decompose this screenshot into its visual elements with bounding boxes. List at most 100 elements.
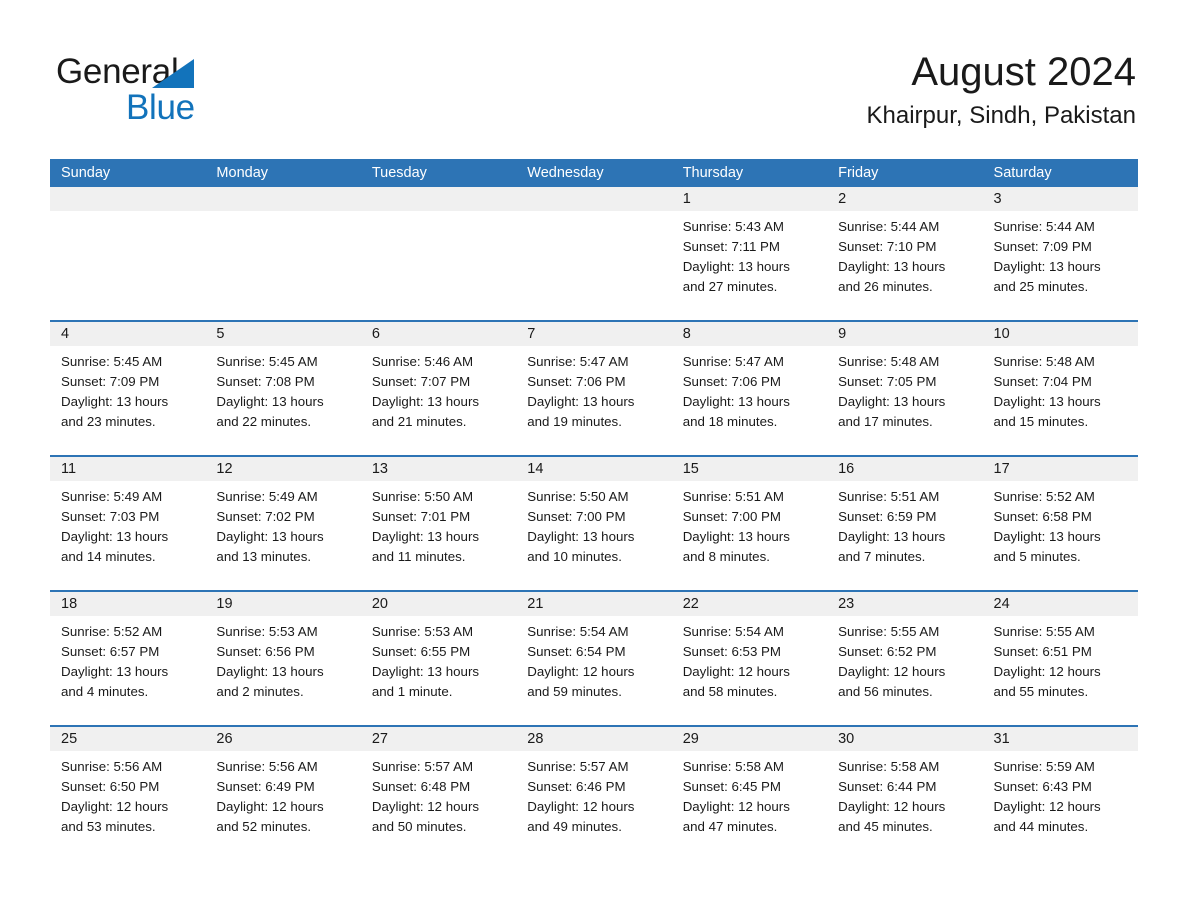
calendar-week-row: 18 Sunrise: 5:52 AM Sunset: 6:57 PM Dayligh… bbox=[50, 590, 1138, 725]
day-number: 15 bbox=[682, 461, 699, 477]
daylight-duration-line2: and 21 minutes. bbox=[371, 414, 467, 429]
calendar-day-cell[interactable]: 18 Sunrise: 5:52 AM Sunset: 6:57 PM Dayligh… bbox=[50, 592, 206, 725]
day-details: Sunrise: 5:48 AM Sunset: 7:04 PM Daylight:… bbox=[983, 346, 1138, 432]
calendar-day-cell[interactable]: 1 Sunrise: 5:43 AM Sunset: 7:11 PM Daylight… bbox=[671, 187, 828, 320]
calendar-day-cell[interactable]: 29 Sunrise: 5:58 AM Sunset: 6:45 PM Dayligh… bbox=[671, 727, 828, 860]
weekday-header-tuesday: Tuesday bbox=[371, 165, 427, 181]
daylight-duration-line1: Daylight: 13 hours bbox=[371, 394, 480, 409]
calendar-day-cell[interactable]: 9 Sunrise: 5:48 AM Sunset: 7:05 PM Daylight… bbox=[827, 322, 983, 455]
calendar-day-cell[interactable]: 17 Sunrise: 5:52 AM Sunset: 6:58 PM Dayligh… bbox=[982, 457, 1138, 590]
calendar-day-cell[interactable]: 4 Sunrise: 5:45 AM Sunset: 7:09 PM Daylight… bbox=[50, 322, 206, 455]
sunrise-time: Sunrise: 5:45 AM bbox=[61, 354, 163, 369]
day-details: Sunrise: 5:47 AM Sunset: 7:06 PM Daylight:… bbox=[672, 346, 827, 432]
day-number-band: 20 bbox=[360, 592, 517, 616]
calendar-day-cell[interactable]: 22 Sunrise: 5:54 AM Sunset: 6:53 PM Dayligh… bbox=[671, 592, 828, 725]
calendar-day-cell[interactable]: 14 Sunrise: 5:50 AM Sunset: 7:00 PM Dayligh… bbox=[516, 457, 672, 590]
calendar-day-cell[interactable]: 6 Sunrise: 5:46 AM Sunset: 7:07 PM Daylight… bbox=[360, 322, 517, 455]
generalblue-logo[interactable]: General Blue bbox=[56, 52, 276, 130]
calendar-day-cell[interactable]: 21 Sunrise: 5:54 AM Sunset: 6:54 PM Dayligh… bbox=[516, 592, 672, 725]
calendar-week-row: 4 Sunrise: 5:45 AM Sunset: 7:09 PM Daylight… bbox=[50, 320, 1138, 455]
day-details: Sunrise: 5:49 AM Sunset: 7:03 PM Daylight:… bbox=[50, 481, 205, 567]
day-number: 2 bbox=[838, 191, 847, 207]
calendar-day-cell[interactable]: 8 Sunrise: 5:47 AM Sunset: 7:06 PM Daylight… bbox=[671, 322, 828, 455]
daylight-duration-line2: and 27 minutes. bbox=[682, 279, 778, 294]
daylight-duration-line2: and 1 minute. bbox=[371, 684, 453, 699]
day-number-band: 28 bbox=[516, 727, 672, 751]
weekday-header-row: Sunday Monday Tuesday Wednesday Thursday Frid… bbox=[50, 159, 1138, 187]
calendar-day-cell[interactable]: 23 Sunrise: 5:55 AM Sunset: 6:52 PM Dayligh… bbox=[827, 592, 983, 725]
daylight-duration-line1: Daylight: 13 hours bbox=[838, 259, 946, 274]
day-number-band: 1 bbox=[671, 187, 828, 211]
calendar-day-cell[interactable]: 5 Sunrise: 5:45 AM Sunset: 7:08 PM Daylight… bbox=[205, 322, 361, 455]
day-number: 24 bbox=[993, 596, 1010, 612]
day-number: 1 bbox=[682, 191, 691, 207]
daylight-duration-line2: and 45 minutes. bbox=[838, 819, 933, 834]
weekday-header-monday: Monday bbox=[216, 165, 269, 181]
calendar-day-cell[interactable]: 28 Sunrise: 5:57 AM Sunset: 6:46 PM Dayligh… bbox=[516, 727, 672, 860]
day-details: Sunrise: 5:47 AM Sunset: 7:06 PM Daylight:… bbox=[516, 346, 671, 432]
sunset-time: Sunset: 6:50 PM bbox=[61, 779, 160, 794]
sunset-time: Sunset: 7:09 PM bbox=[61, 374, 160, 389]
calendar-day-cell[interactable]: 11 Sunrise: 5:49 AM Sunset: 7:03 PM Dayligh… bbox=[50, 457, 206, 590]
sunset-time: Sunset: 7:02 PM bbox=[216, 509, 315, 524]
day-details: Sunrise: 5:51 AM Sunset: 6:59 PM Daylight:… bbox=[827, 481, 982, 567]
day-details: Sunrise: 5:48 AM Sunset: 7:05 PM Daylight:… bbox=[827, 346, 982, 432]
sunset-time: Sunset: 7:00 PM bbox=[527, 509, 626, 524]
sunset-time: Sunset: 6:55 PM bbox=[371, 644, 471, 659]
daylight-duration-line1: Daylight: 12 hours bbox=[216, 799, 324, 814]
day-details: Sunrise: 5:43 AM Sunset: 7:11 PM Daylight:… bbox=[672, 211, 827, 297]
calendar-day-cell[interactable]: 3 Sunrise: 5:44 AM Sunset: 7:09 PM Daylight… bbox=[982, 187, 1138, 320]
day-number-band bbox=[50, 187, 206, 211]
day-number-band: 19 bbox=[205, 592, 361, 616]
day-number: 14 bbox=[527, 461, 544, 477]
calendar-day-cell[interactable]: 12 Sunrise: 5:49 AM Sunset: 7:02 PM Dayligh… bbox=[205, 457, 361, 590]
sunrise-time: Sunrise: 5:49 AM bbox=[61, 489, 163, 504]
daylight-duration-line2: and 50 minutes. bbox=[371, 819, 467, 834]
calendar-day-cell[interactable]: 30 Sunrise: 5:58 AM Sunset: 6:44 PM Dayligh… bbox=[827, 727, 983, 860]
weekday-header-wednesday: Wednesday bbox=[527, 165, 604, 181]
location-subtitle: Khairpur, Sindh, Pakistan bbox=[866, 102, 1137, 129]
day-number-band: 2 bbox=[827, 187, 983, 211]
sunset-time: Sunset: 6:46 PM bbox=[527, 779, 626, 794]
calendar-day-cell[interactable]: 31 Sunrise: 5:59 AM Sunset: 6:43 PM Dayligh… bbox=[982, 727, 1138, 860]
sunset-time: Sunset: 7:04 PM bbox=[993, 374, 1092, 389]
day-number-band: 12 bbox=[205, 457, 361, 481]
daylight-duration-line2: and 26 minutes. bbox=[838, 279, 933, 294]
sunset-time: Sunset: 7:05 PM bbox=[838, 374, 937, 389]
day-details: Sunrise: 5:44 AM Sunset: 7:09 PM Daylight:… bbox=[983, 211, 1138, 297]
calendar-day-cell[interactable]: 26 Sunrise: 5:56 AM Sunset: 6:49 PM Dayligh… bbox=[205, 727, 361, 860]
day-details: Sunrise: 5:53 AM Sunset: 6:55 PM Daylight:… bbox=[361, 616, 516, 702]
daylight-duration-line1: Daylight: 12 hours bbox=[838, 799, 946, 814]
sunset-time: Sunset: 6:58 PM bbox=[993, 509, 1092, 524]
sunrise-time: Sunrise: 5:47 AM bbox=[527, 354, 629, 369]
calendar-day-cell[interactable]: 24 Sunrise: 5:55 AM Sunset: 6:51 PM Dayligh… bbox=[982, 592, 1138, 725]
daylight-duration-line1: Daylight: 13 hours bbox=[61, 394, 169, 409]
sunrise-time: Sunrise: 5:57 AM bbox=[527, 759, 629, 774]
calendar-day-cell[interactable]: 25 Sunrise: 5:56 AM Sunset: 6:50 PM Dayligh… bbox=[50, 727, 206, 860]
calendar-day-cell[interactable]: 16 Sunrise: 5:51 AM Sunset: 6:59 PM Dayligh… bbox=[827, 457, 983, 590]
day-number: 23 bbox=[838, 596, 855, 612]
day-details: Sunrise: 5:54 AM Sunset: 6:53 PM Daylight:… bbox=[672, 616, 827, 702]
calendar-day-cell[interactable]: 19 Sunrise: 5:53 AM Sunset: 6:56 PM Dayligh… bbox=[205, 592, 361, 725]
daylight-duration-line2: and 11 minutes. bbox=[371, 549, 466, 564]
calendar-day-cell[interactable]: 20 Sunrise: 5:53 AM Sunset: 6:55 PM Dayligh… bbox=[360, 592, 517, 725]
calendar-day-cell[interactable]: 15 Sunrise: 5:51 AM Sunset: 7:00 PM Dayligh… bbox=[671, 457, 828, 590]
sunset-time: Sunset: 7:08 PM bbox=[216, 374, 315, 389]
calendar-day-cell[interactable]: 13 Sunrise: 5:50 AM Sunset: 7:01 PM Dayligh… bbox=[360, 457, 517, 590]
sunrise-time: Sunrise: 5:50 AM bbox=[371, 489, 474, 504]
day-number-band: 26 bbox=[205, 727, 361, 751]
calendar-day-cell[interactable]: 10 Sunrise: 5:48 AM Sunset: 7:04 PM Dayligh… bbox=[982, 322, 1138, 455]
sunrise-time: Sunrise: 5:47 AM bbox=[682, 354, 784, 369]
sunrise-time: Sunrise: 5:53 AM bbox=[216, 624, 318, 639]
day-number-band bbox=[516, 187, 672, 211]
calendar-day-cell[interactable]: 27 Sunrise: 5:57 AM Sunset: 6:48 PM Dayligh… bbox=[360, 727, 517, 860]
daylight-duration-line2: and 53 minutes. bbox=[61, 819, 156, 834]
day-details: Sunrise: 5:56 AM Sunset: 6:50 PM Daylight:… bbox=[50, 751, 205, 837]
day-number-band: 14 bbox=[516, 457, 672, 481]
calendar-day-cell[interactable]: 2 Sunrise: 5:44 AM Sunset: 7:10 PM Daylight… bbox=[827, 187, 983, 320]
calendar-day-cell[interactable]: 7 Sunrise: 5:47 AM Sunset: 7:06 PM Daylight… bbox=[516, 322, 672, 455]
sunset-time: Sunset: 6:56 PM bbox=[216, 644, 315, 659]
weekday-header-thursday: Thursday bbox=[682, 165, 744, 181]
day-number: 29 bbox=[682, 731, 699, 747]
sunrise-time: Sunrise: 5:50 AM bbox=[527, 489, 629, 504]
